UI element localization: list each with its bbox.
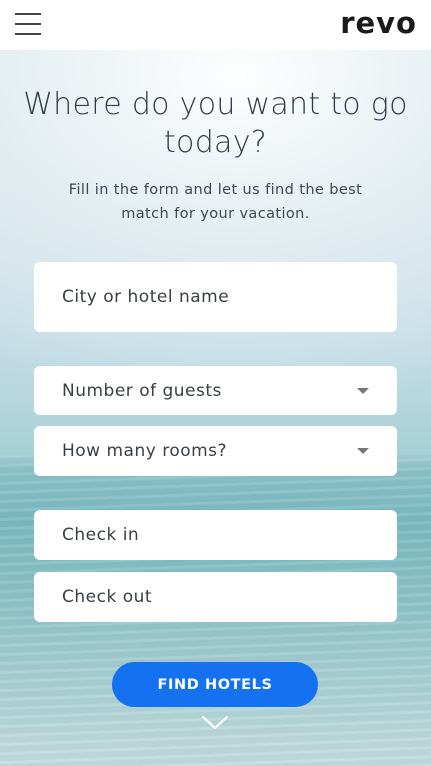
hamburger-menu-icon[interactable]	[15, 13, 41, 35]
chevron-down-icon[interactable]	[200, 714, 230, 732]
destination-input[interactable]: City or hotel name	[34, 262, 397, 332]
guests-select[interactable]: Number of guests	[34, 366, 397, 415]
find-hotels-button[interactable]: FIND HOTELS	[112, 662, 318, 707]
guests-placeholder: Number of guests	[62, 380, 222, 401]
page-subtitle: Fill in the form and let us find the bes…	[68, 182, 363, 222]
checkin-input[interactable]: Check in	[34, 510, 397, 560]
destination-placeholder: City or hotel name	[62, 287, 230, 307]
checkin-placeholder: Check in	[62, 525, 140, 545]
top-bar: revo	[0, 0, 431, 50]
caret-down-icon	[357, 387, 369, 394]
checkout-placeholder: Check out	[62, 587, 153, 607]
rooms-select[interactable]: How many rooms?	[34, 426, 397, 476]
caret-down-icon	[357, 448, 369, 454]
brand-logo[interactable]: revo	[340, 6, 417, 40]
page-title: Where do you want to go today?	[23, 87, 408, 160]
rooms-placeholder: How many rooms?	[62, 441, 228, 461]
checkout-input[interactable]: Check out	[34, 572, 397, 622]
